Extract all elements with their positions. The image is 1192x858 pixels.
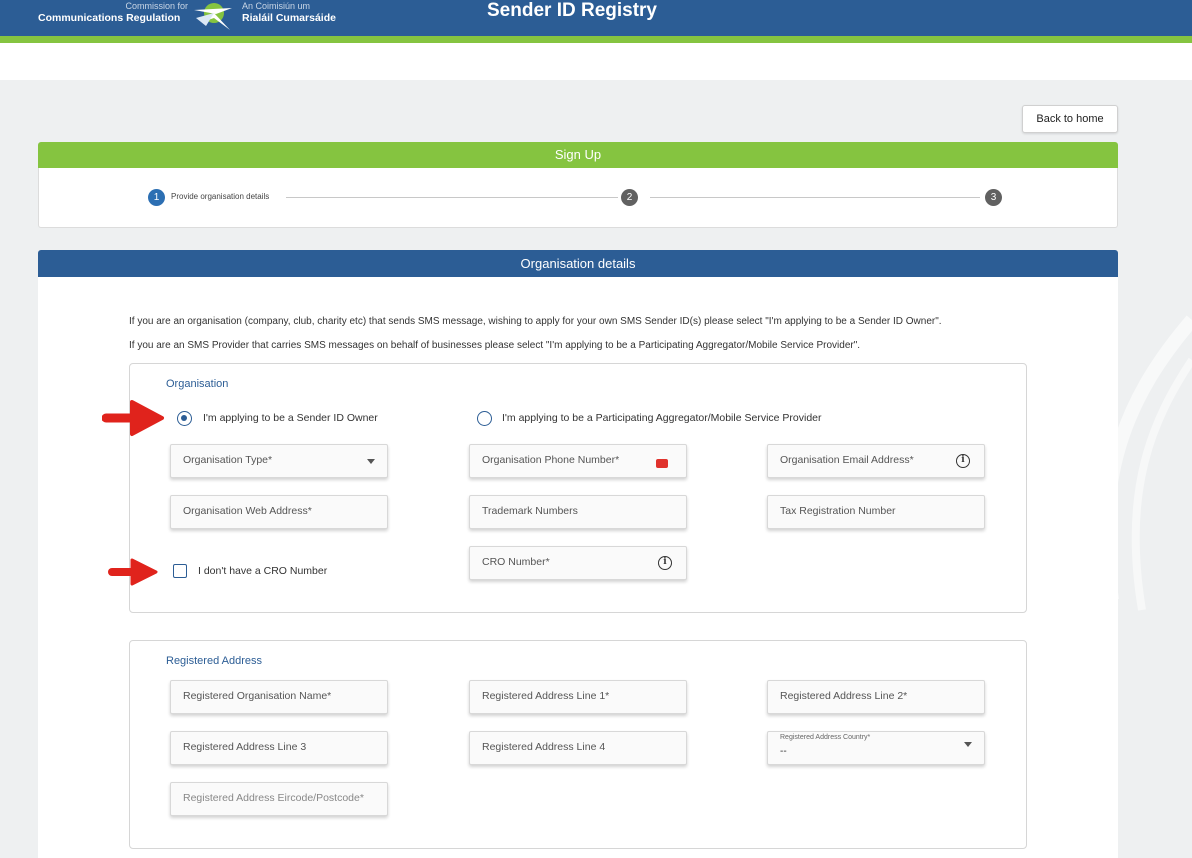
address-line-2-label: Registered Address Line 2* xyxy=(780,690,908,702)
logo-en-small: Commission for xyxy=(125,1,188,11)
comreg-logo-icon xyxy=(194,3,232,30)
organisation-type-select[interactable]: Organisation Type* xyxy=(170,444,388,478)
step-2-indicator: 2 xyxy=(621,189,638,206)
step-1-indicator: 1 xyxy=(148,189,165,206)
trademark-numbers-field[interactable]: Trademark Numbers xyxy=(469,495,687,529)
sender-id-owner-label[interactable]: I'm applying to be a Sender ID Owner xyxy=(203,412,378,424)
top-header-bar: Commission for Communications Regulation… xyxy=(0,0,1192,36)
trademark-numbers-label: Trademark Numbers xyxy=(482,505,578,517)
organisation-details-header: Organisation details xyxy=(38,250,1118,277)
cro-number-label: CRO Number* xyxy=(482,556,550,568)
aggregator-label[interactable]: I'm applying to be a Participating Aggre… xyxy=(502,412,822,424)
organisation-web-label: Organisation Web Address* xyxy=(183,505,312,517)
organisation-phone-field[interactable]: Organisation Phone Number* xyxy=(469,444,687,478)
eircode-label: Registered Address Eircode/Postcode* xyxy=(183,792,364,804)
chevron-down-icon xyxy=(367,459,375,464)
address-country-label: Registered Address Country* xyxy=(780,734,871,741)
address-line-3-label: Registered Address Line 3 xyxy=(183,741,307,753)
logo-en-big: Communications Regulation xyxy=(38,12,181,24)
organisation-email-label: Organisation Email Address* xyxy=(780,454,914,466)
logo-ga-small: An Coimisiún um xyxy=(242,1,311,11)
organisation-web-field[interactable]: Organisation Web Address* xyxy=(170,495,388,529)
address-line-1-field[interactable]: Registered Address Line 1* xyxy=(469,680,687,714)
registered-org-name-label: Registered Organisation Name* xyxy=(183,690,332,702)
address-country-value: -- xyxy=(780,746,787,757)
address-line-4-label: Registered Address Line 4 xyxy=(482,741,606,753)
logo-ga-big: Rialáil Cumarsáide xyxy=(242,12,336,24)
organisation-section-title: Organisation xyxy=(166,378,229,390)
sender-id-owner-radio[interactable] xyxy=(177,411,192,426)
address-line-2-field[interactable]: Registered Address Line 2* xyxy=(767,680,985,714)
signup-header: Sign Up xyxy=(38,142,1118,168)
no-cro-label[interactable]: I don't have a CRO Number xyxy=(198,565,327,577)
tax-registration-field[interactable]: Tax Registration Number xyxy=(767,495,985,529)
red-annotation-arrow xyxy=(108,558,158,586)
cro-number-field[interactable]: CRO Number* i xyxy=(469,546,687,580)
step-connector xyxy=(650,197,980,198)
address-country-select[interactable]: Registered Address Country* -- xyxy=(767,731,985,765)
address-line-3-field[interactable]: Registered Address Line 3 xyxy=(170,731,388,765)
intro-text-aggregator: If you are an SMS Provider that carries … xyxy=(129,340,861,351)
header-white-band xyxy=(0,43,1192,80)
registered-org-name-field[interactable]: Registered Organisation Name* xyxy=(170,680,388,714)
info-icon[interactable]: i xyxy=(658,556,672,570)
logo-text-english: Commission for Communications Regulation xyxy=(38,1,188,31)
chevron-down-icon xyxy=(964,742,972,747)
step-1-label: Provide organisation details xyxy=(171,192,270,201)
organisation-type-label: Organisation Type* xyxy=(183,454,273,466)
organisation-email-field[interactable]: Organisation Email Address* i xyxy=(767,444,985,478)
intro-text-owner: If you are an organisation (company, clu… xyxy=(129,316,942,327)
header-green-stripe xyxy=(0,36,1192,43)
red-annotation-arrow xyxy=(102,400,164,436)
info-icon[interactable]: i xyxy=(956,454,970,468)
registered-address-title: Registered Address xyxy=(166,655,262,667)
autofill-icon[interactable] xyxy=(656,456,668,468)
step-connector xyxy=(286,197,618,198)
no-cro-checkbox[interactable] xyxy=(173,564,187,578)
address-line-4-field[interactable]: Registered Address Line 4 xyxy=(469,731,687,765)
back-to-home-button[interactable]: Back to home xyxy=(1022,105,1118,133)
aggregator-radio[interactable] xyxy=(477,411,492,426)
organisation-phone-label: Organisation Phone Number* xyxy=(482,454,620,466)
signup-stepper: 1 Provide organisation details 2 3 xyxy=(38,168,1118,228)
tax-registration-label: Tax Registration Number xyxy=(780,505,896,517)
step-3-indicator: 3 xyxy=(985,189,1002,206)
site-title: Sender ID Registry xyxy=(487,0,657,21)
eircode-field[interactable]: Registered Address Eircode/Postcode* xyxy=(170,782,388,816)
address-line-1-label: Registered Address Line 1* xyxy=(482,690,610,702)
